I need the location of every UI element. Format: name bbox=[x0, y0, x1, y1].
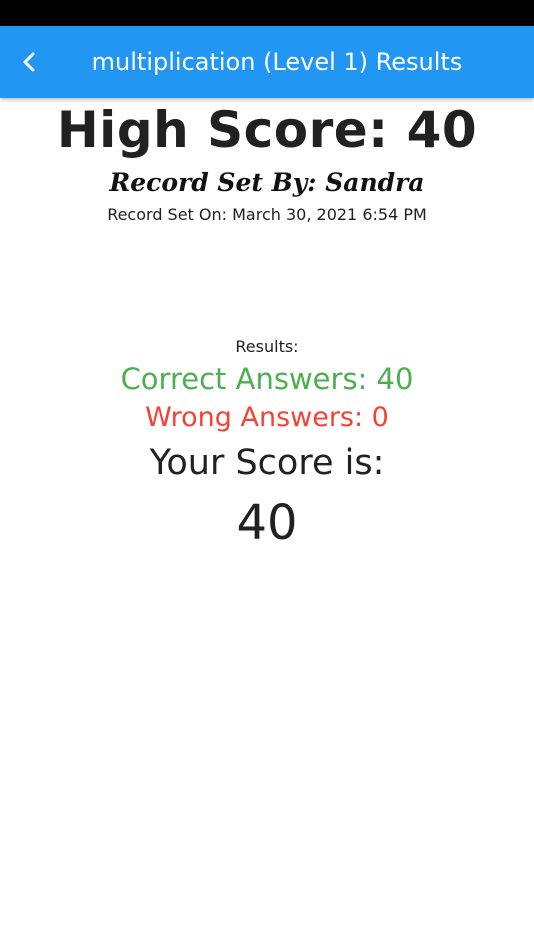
results-label: Results: bbox=[235, 337, 299, 356]
wrong-answers: Wrong Answers: 0 bbox=[145, 402, 389, 433]
your-score-value: 40 bbox=[236, 495, 298, 551]
app-bar-title: multiplication (Level 1) Results bbox=[91, 48, 463, 76]
high-score-heading: High Score: 40 bbox=[56, 101, 478, 159]
your-score-label: Your Score is: bbox=[149, 443, 385, 483]
record-set-by: Record Set By: Sandra bbox=[109, 168, 425, 197]
chevron-left-icon bbox=[23, 52, 35, 72]
correct-answers: Correct Answers: 40 bbox=[120, 362, 414, 396]
status-bar bbox=[0, 0, 534, 26]
record-set-on: Record Set On: March 30, 2021 6:54 PM bbox=[107, 205, 427, 224]
app-bar: multiplication (Level 1) Results bbox=[0, 26, 534, 98]
back-button[interactable] bbox=[6, 38, 54, 86]
